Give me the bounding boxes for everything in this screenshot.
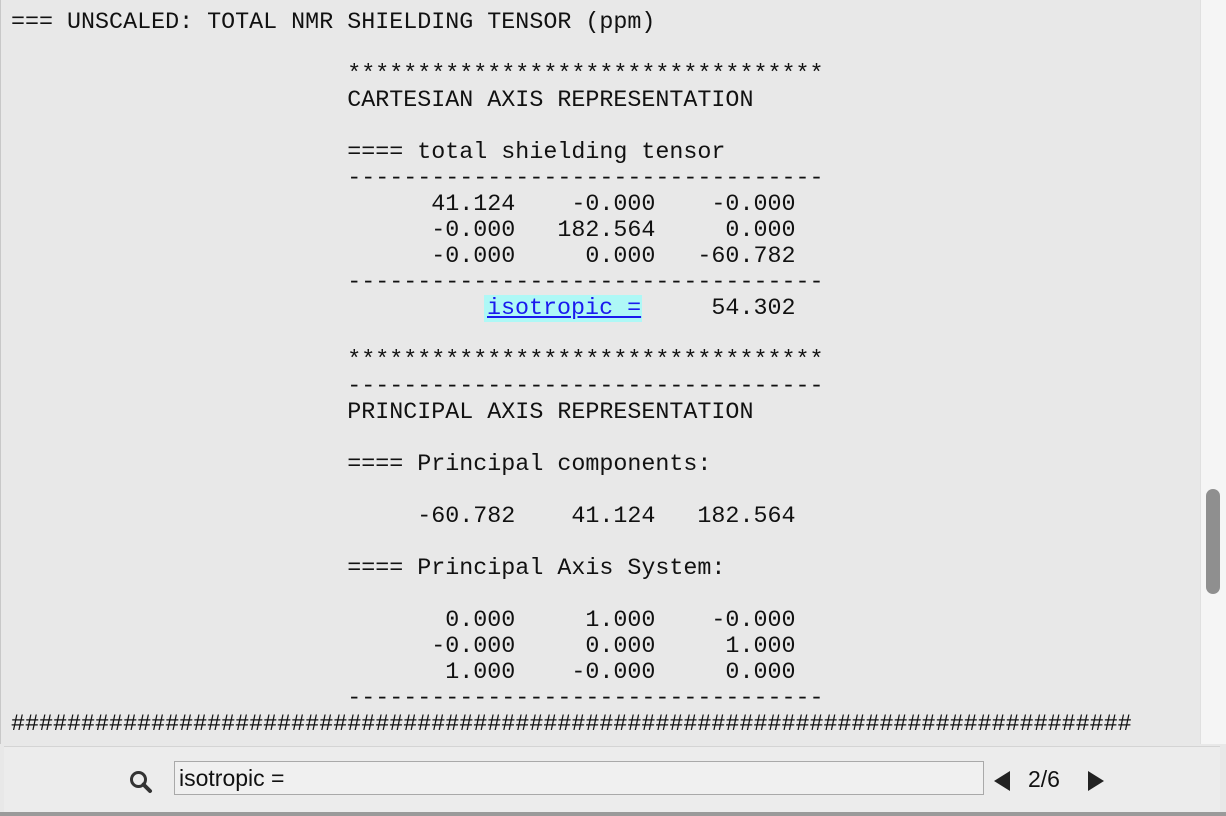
text-line: -60.782 41.124 182.564 bbox=[11, 504, 796, 530]
text-line: 0.000 1.000 -0.000 bbox=[11, 608, 796, 634]
text-line: -0.000 0.000 -60.782 bbox=[11, 244, 796, 270]
vertical-scrollbar[interactable] bbox=[1200, 0, 1226, 744]
triangle-left-icon bbox=[994, 771, 1010, 791]
search-match-link[interactable]: isotropic = bbox=[487, 296, 641, 322]
scrollbar-thumb[interactable] bbox=[1206, 489, 1220, 594]
text-line: ---------------------------------- bbox=[11, 686, 824, 712]
text-line: ********************************** bbox=[11, 348, 824, 374]
text-line: ==== Principal Axis System: bbox=[11, 556, 726, 582]
text-line: -0.000 182.564 0.000 bbox=[11, 218, 796, 244]
find-input[interactable] bbox=[174, 761, 984, 795]
text-line: ########################################… bbox=[11, 712, 1132, 738]
text-line: ==== total shielding tensor bbox=[11, 140, 726, 166]
text-line: ---------------------------------- bbox=[11, 166, 824, 192]
text-line: ---------------------------------- bbox=[11, 374, 824, 400]
text-line: 54.302 bbox=[11, 296, 796, 322]
text-line: 41.124 -0.000 -0.000 bbox=[11, 192, 796, 218]
text-line: CARTESIAN AXIS REPRESENTATION bbox=[11, 88, 754, 114]
find-bar: 2/6 bbox=[4, 746, 1220, 813]
text-line: 1.000 -0.000 0.000 bbox=[11, 660, 796, 686]
text-line: === UNSCALED: TOTAL NMR SHIELDING TENSOR… bbox=[11, 10, 656, 36]
text-line: PRINCIPAL AXIS REPRESENTATION bbox=[11, 400, 754, 426]
text-line: -0.000 0.000 1.000 bbox=[11, 634, 796, 660]
text-line: ---------------------------------- bbox=[11, 270, 824, 296]
text-line: ==== Principal components: bbox=[11, 452, 712, 478]
window-bottom-edge bbox=[0, 812, 1226, 816]
search-icon bbox=[128, 769, 154, 795]
text-viewer[interactable]: === UNSCALED: TOTAL NMR SHIELDING TENSOR… bbox=[0, 0, 1201, 744]
find-next-button[interactable] bbox=[1084, 769, 1108, 793]
text-line: ********************************** bbox=[11, 62, 824, 88]
match-count: 2/6 bbox=[1028, 766, 1060, 792]
triangle-right-icon bbox=[1088, 771, 1104, 791]
find-previous-button[interactable] bbox=[990, 769, 1014, 793]
